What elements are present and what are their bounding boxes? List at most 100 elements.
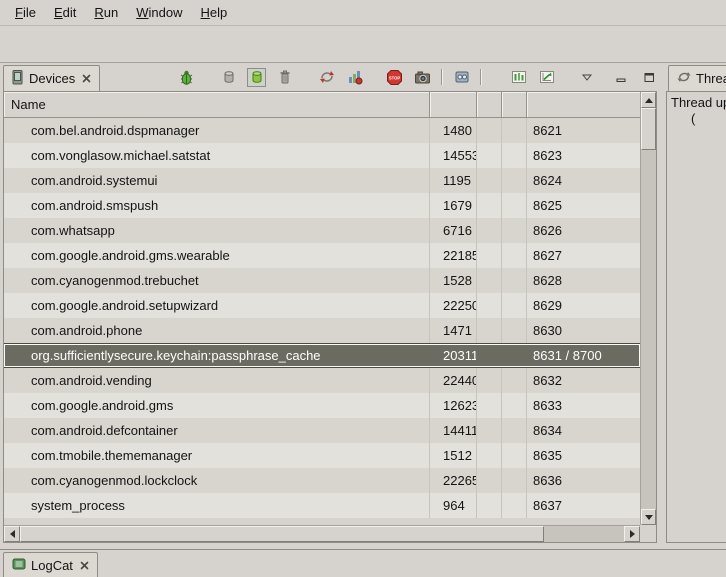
process-name: com.android.smspush (4, 193, 430, 218)
tab-threads[interactable]: Threads (668, 65, 726, 91)
process-port: 8634 (527, 418, 640, 443)
toolbar-separator (441, 69, 443, 85)
horizontal-scrollbar[interactable] (4, 525, 640, 542)
empty-cell (477, 243, 502, 268)
debug-process-icon[interactable] (177, 68, 196, 87)
process-pid: 1512 (430, 443, 477, 468)
process-port: 8623 (527, 143, 640, 168)
cause-gc-icon[interactable] (275, 68, 294, 87)
dump-hprof-icon[interactable] (247, 68, 266, 87)
empty-cell (477, 443, 502, 468)
close-icon[interactable] (82, 74, 91, 83)
empty-cell (502, 393, 527, 418)
vertical-scrollbar[interactable] (640, 92, 656, 525)
process-pid: 1471 (430, 318, 477, 343)
minimize-icon[interactable] (611, 68, 630, 87)
process-port: 8636 (527, 468, 640, 493)
empty-cell (502, 468, 527, 493)
column-header-3[interactable] (477, 92, 502, 117)
process-name: com.google.android.setupwizard (4, 293, 430, 318)
tab-devices[interactable]: Devices (3, 65, 100, 91)
empty-cell (477, 268, 502, 293)
table-row[interactable]: com.bel.android.dspmanager 1480 8621 (4, 118, 640, 143)
empty-cell (477, 218, 502, 243)
devices-tabbar: Devices (0, 63, 664, 91)
empty-cell (502, 344, 527, 367)
process-name: system_process (4, 493, 430, 518)
process-port: 8627 (527, 243, 640, 268)
empty-cell (477, 293, 502, 318)
table-row[interactable]: com.android.defcontainer 14411 8634 (4, 418, 640, 443)
process-name: com.vonglasow.michael.satstat (4, 143, 430, 168)
logcat-icon (12, 557, 26, 574)
table-row[interactable]: com.android.phone 1471 8630 (4, 318, 640, 343)
column-header-port[interactable] (527, 92, 640, 117)
svg-text:STOP: STOP (389, 75, 401, 80)
opengl-trace-icon[interactable] (537, 68, 556, 87)
process-pid: 964 (430, 493, 477, 518)
scrollbar-corner (640, 525, 656, 542)
table-row[interactable]: com.android.systemui 1195 8624 (4, 168, 640, 193)
process-name: com.google.android.gms.wearable (4, 243, 430, 268)
empty-cell (502, 218, 527, 243)
process-port: 8624 (527, 168, 640, 193)
table-row[interactable]: system_process 964 8637 (4, 493, 640, 518)
table-row[interactable]: com.android.vending 22440 8632 (4, 368, 640, 393)
process-pid: 1480 (430, 118, 477, 143)
menu-edit[interactable]: Edit (45, 2, 85, 23)
menu-window[interactable]: Window (127, 2, 191, 23)
table-row[interactable]: com.google.android.gms 12623 8633 (4, 393, 640, 418)
threads-content: Thread up ( (666, 91, 726, 543)
tab-logcat[interactable]: LogCat (3, 552, 98, 577)
table-row[interactable]: com.google.android.setupwizard 22250 862… (4, 293, 640, 318)
table-row[interactable]: com.tmobile.thememanager 1512 8635 (4, 443, 640, 468)
process-name: com.cyanogenmod.trebuchet (4, 268, 430, 293)
process-port: 8637 (527, 493, 640, 518)
view-menu-icon[interactable] (577, 68, 596, 87)
main-area: Devices (0, 63, 726, 549)
scroll-up-button[interactable] (641, 92, 656, 108)
menu-run[interactable]: Run (85, 2, 127, 23)
scroll-down-button[interactable] (641, 509, 656, 525)
close-icon[interactable] (80, 561, 89, 570)
process-port: 8628 (527, 268, 640, 293)
vertical-scrollbar-thumb[interactable] (641, 108, 656, 150)
horizontal-scrollbar-thumb[interactable] (20, 526, 544, 542)
logcat-bar: LogCat (0, 549, 726, 577)
table-row[interactable]: com.google.android.gms.wearable 22185 86… (4, 243, 640, 268)
process-name: com.android.systemui (4, 168, 430, 193)
empty-cell (477, 368, 502, 393)
update-heap-icon[interactable] (219, 68, 238, 87)
empty-cell (477, 468, 502, 493)
table-row[interactable]: com.cyanogenmod.trebuchet 1528 8628 (4, 268, 640, 293)
table-row[interactable]: com.android.smspush 1679 8625 (4, 193, 640, 218)
process-pid: 22250 (430, 293, 477, 318)
process-name: com.android.phone (4, 318, 430, 343)
table-row[interactable]: com.cyanogenmod.lockclock 22265 8636 (4, 468, 640, 493)
menu-help[interactable]: Help (191, 2, 236, 23)
menu-file[interactable]: File (6, 2, 45, 23)
empty-cell (502, 268, 527, 293)
table-body: com.bel.android.dspmanager 1480 8621 com… (4, 118, 640, 518)
update-threads-icon[interactable] (317, 68, 336, 87)
column-header-pid[interactable] (430, 92, 477, 117)
table-row[interactable]: com.vonglasow.michael.satstat 14553 8623 (4, 143, 640, 168)
process-pid: 14553 (430, 143, 477, 168)
process-pid: 1679 (430, 193, 477, 218)
start-method-profiling-icon[interactable] (345, 68, 364, 87)
table-row[interactable]: com.whatsapp 6716 8626 (4, 218, 640, 243)
threads-message-line2: ( (667, 111, 726, 127)
maximize-icon[interactable] (639, 68, 658, 87)
scroll-right-button[interactable] (624, 526, 640, 542)
screen-capture-icon[interactable] (413, 68, 432, 87)
column-header-4[interactable] (502, 92, 527, 117)
stop-process-icon[interactable]: STOP (385, 68, 404, 87)
scroll-left-button[interactable] (4, 526, 20, 542)
empty-cell (502, 143, 527, 168)
systrace-icon[interactable] (509, 68, 528, 87)
column-header-name[interactable]: Name (4, 92, 430, 117)
empty-cell (477, 418, 502, 443)
process-pid: 22440 (430, 368, 477, 393)
screen-record-icon[interactable] (452, 68, 471, 87)
table-row[interactable]: org.sufficientlysecure.keychain:passphra… (4, 343, 640, 368)
